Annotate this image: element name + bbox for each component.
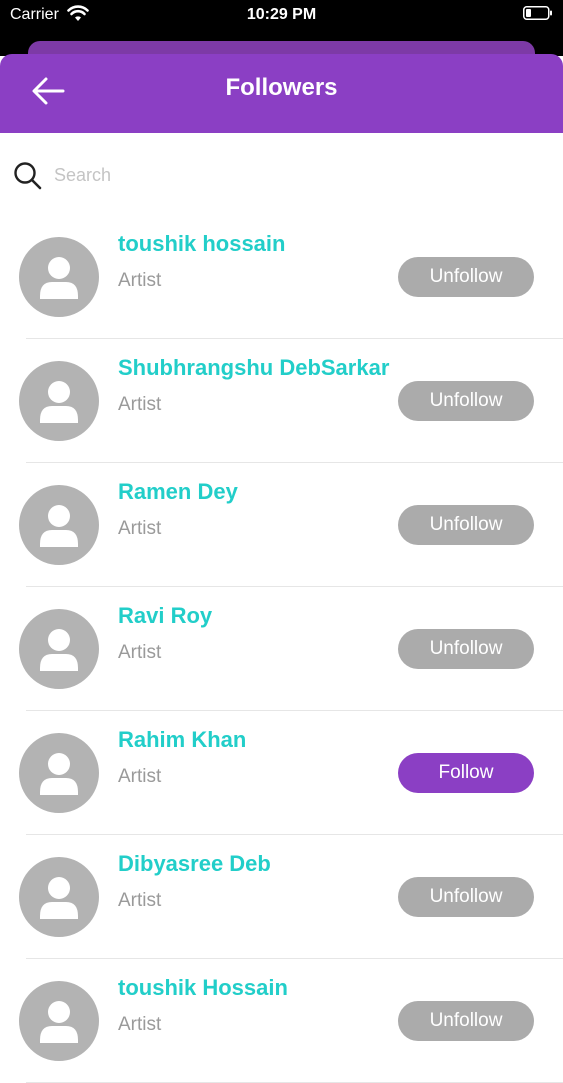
avatar [19,237,99,317]
follower-role: Artist [118,270,162,291]
follower-name: toushik hossain [118,231,286,256]
list-item[interactable]: Dibyasree Deb Artist Unfollow [0,835,563,959]
search-icon [14,162,42,190]
list-item[interactable]: Shubhrangshu DebSarkar Artist Unfollow [0,339,563,463]
list-item[interactable]: Rahim Khan Artist Follow [0,711,563,835]
status-time: 10:29 PM [246,6,317,23]
list-item[interactable]: Ravi Roy Artist Unfollow [0,587,563,711]
user-icon [40,505,78,547]
page-title: Followers [225,74,338,101]
follower-role: Artist [118,766,162,787]
unfollow-button[interactable]: Unfollow [398,877,534,917]
follower-role: Artist [118,394,162,415]
unfollow-button[interactable]: Unfollow [398,629,534,669]
search-bar [0,133,563,215]
follower-name: Ravi Roy [118,603,213,628]
list-item[interactable]: toushik hossain Artist Unfollow [0,215,563,339]
battery-icon [523,6,552,20]
avatar [19,733,99,813]
user-icon [40,877,78,919]
follower-role: Artist [118,518,162,539]
follower-name: Dibyasree Deb [118,851,271,876]
follower-role: Artist [118,1014,162,1035]
status-bar: Carrier 10:29 PM [0,0,563,32]
follow-button[interactable]: Follow [398,753,534,793]
unfollow-button[interactable]: Unfollow [398,257,534,297]
unfollow-button[interactable]: Unfollow [398,1001,534,1041]
unfollow-button[interactable]: Unfollow [398,505,534,545]
follower-role: Artist [118,890,162,911]
follower-name: Shubhrangshu DebSarkar [118,355,390,380]
avatar [19,857,99,937]
list-item[interactable]: toushik Hossain Artist Unfollow [0,959,563,1083]
follower-name: Rahim Khan [118,727,247,752]
avatar [19,361,99,441]
user-icon [40,629,78,671]
followers-list: toushik hossain Artist Unfollow Shubhrangsh… [0,215,563,1083]
follower-name: Ramen Dey [118,479,238,504]
follower-role: Artist [118,642,162,663]
avatar [19,981,99,1061]
user-icon [40,257,78,299]
search-input[interactable] [54,161,534,189]
unfollow-button[interactable]: Unfollow [398,381,534,421]
user-icon [40,1001,78,1043]
avatar [19,609,99,689]
user-icon [40,753,78,795]
user-icon [40,381,78,423]
list-item[interactable]: Ramen Dey Artist Unfollow [0,463,563,587]
nav-header: Followers [0,54,563,133]
follower-name: toushik Hossain [118,975,288,1000]
avatar [19,485,99,565]
